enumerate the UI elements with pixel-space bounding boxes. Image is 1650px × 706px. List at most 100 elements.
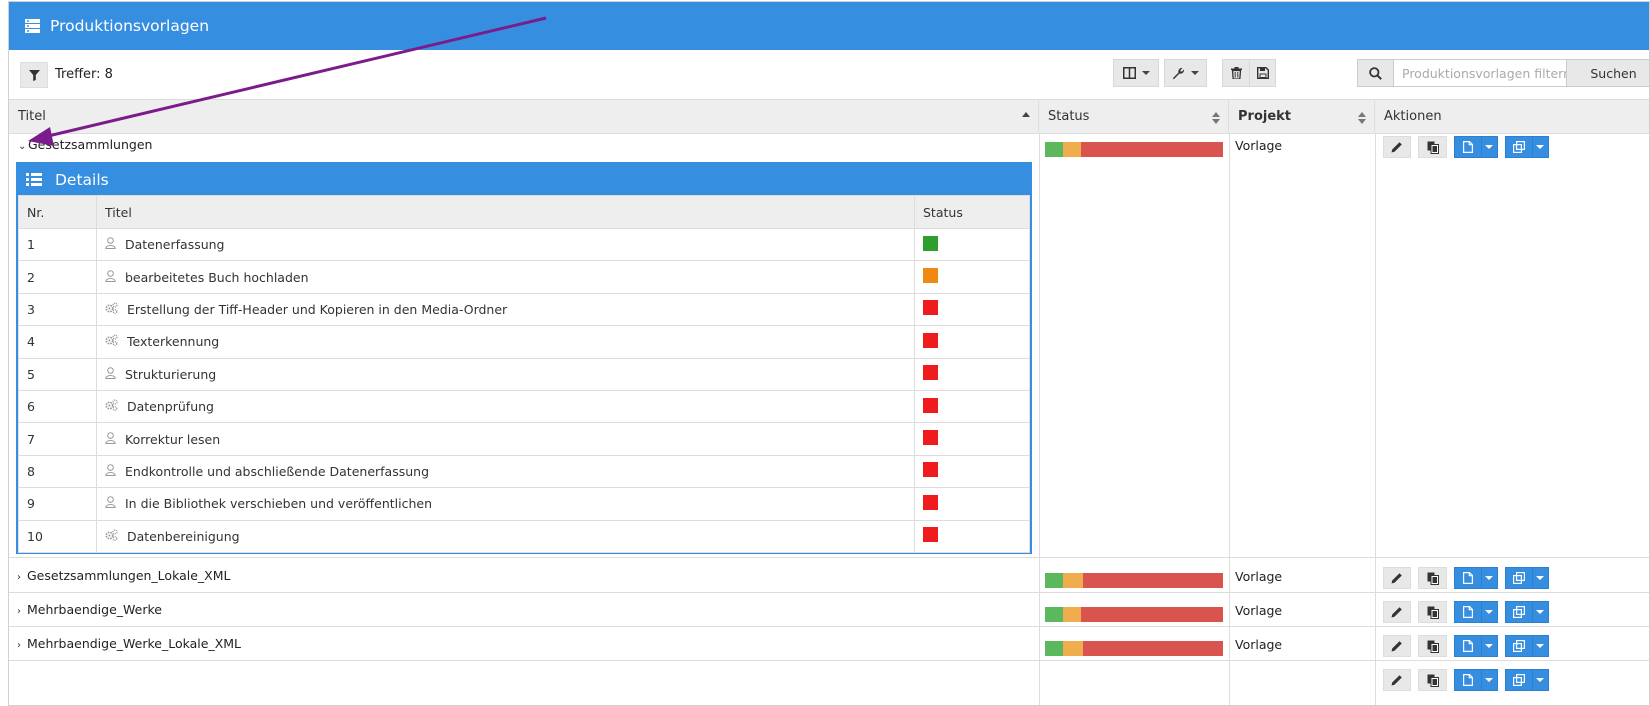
copy-icon — [1427, 572, 1439, 585]
row-title: Mehrbaendige_Werke_Lokale_XML — [27, 636, 242, 651]
status-segment-open — [1063, 607, 1081, 622]
new-document-button[interactable] — [1454, 669, 1498, 691]
columns-icon — [1122, 67, 1136, 79]
pencil-icon — [1391, 641, 1402, 652]
pencil-icon — [1391, 142, 1402, 153]
chevron-down-icon — [1191, 71, 1199, 75]
row-toggle-collapsed[interactable]: › Gesetzsammlungen_Lokale_XML — [17, 568, 230, 583]
copy-button[interactable] — [1418, 601, 1447, 623]
copy-button[interactable] — [1418, 136, 1447, 158]
search-button[interactable]: Suchen — [1566, 60, 1649, 86]
task-row: 2 bearbeitetes Buch hochladen — [18, 260, 1030, 294]
status-segment-done — [1045, 573, 1063, 588]
task-number: 6 — [18, 389, 97, 424]
gears-icon — [105, 334, 119, 349]
save-button[interactable] — [1249, 59, 1276, 87]
chevron-down-icon — [1536, 644, 1545, 648]
user-icon — [105, 366, 117, 382]
duplicate-button[interactable] — [1505, 601, 1549, 623]
edit-button[interactable] — [1383, 567, 1411, 589]
row-actions — [1383, 567, 1556, 589]
edit-button[interactable] — [1383, 601, 1411, 623]
task-number: 3 — [18, 292, 97, 327]
task-status-indicator — [923, 430, 938, 446]
task-number: 7 — [18, 422, 97, 456]
task-status-indicator — [923, 332, 938, 348]
new-document-button[interactable] — [1454, 601, 1498, 623]
row-toggle-expanded[interactable]: ⌄ Gesetzsammlungen — [18, 137, 152, 152]
column-header-status[interactable]: Status — [1039, 100, 1229, 134]
row-project: Vorlage — [1235, 138, 1283, 153]
gears-icon — [105, 302, 119, 317]
status-bar — [1045, 607, 1223, 622]
row-project: Vorlage — [1235, 637, 1283, 652]
tasks-header-status: Status — [914, 195, 1030, 229]
hits-count: Treffer: 8 — [55, 67, 113, 82]
new-document-button[interactable] — [1454, 567, 1498, 589]
chevron-down-icon — [1485, 576, 1494, 580]
edit-button[interactable] — [1383, 136, 1411, 158]
task-row: 8 Endkontrolle und abschließende Datenerf… — [18, 454, 1030, 489]
status-bar — [1045, 573, 1223, 588]
sort-asc-icon — [1022, 112, 1030, 117]
duplicate-button[interactable] — [1505, 669, 1549, 691]
panel-header: Produktionsvorlagen — [9, 2, 1649, 50]
row-toggle-collapsed[interactable]: › Mehrbaendige_Werke_Lokale_XML — [17, 636, 241, 651]
user-icon — [105, 269, 117, 285]
column-picker-button[interactable] — [1113, 59, 1159, 87]
gears-icon — [105, 399, 119, 414]
new-document-button[interactable] — [1454, 136, 1498, 158]
document-icon — [1462, 640, 1473, 652]
row-toggle-collapsed[interactable]: › Mehrbaendige_Werke — [17, 602, 162, 617]
task-title: bearbeitetes Buch hochladen — [125, 269, 309, 285]
duplicate-button[interactable] — [1505, 567, 1549, 589]
task-title: Korrektur lesen — [125, 431, 221, 447]
chevron-down-icon — [1536, 145, 1545, 149]
row-title: Gesetzsammlungen_Lokale_XML — [27, 568, 231, 583]
copy-button[interactable] — [1418, 635, 1447, 657]
row-project: Vorlage — [1235, 569, 1283, 584]
edit-button[interactable] — [1383, 669, 1411, 691]
chevron-down-icon — [1536, 610, 1545, 614]
delete-button[interactable] — [1222, 59, 1249, 87]
clone-icon — [1512, 640, 1525, 652]
tools-button[interactable] — [1164, 59, 1207, 87]
clone-icon — [1512, 141, 1525, 153]
page-title: Produktionsvorlagen — [50, 17, 210, 35]
column-header-title[interactable]: Titel — [9, 100, 1039, 134]
tasks-header-nr: Nr. — [18, 195, 97, 229]
chevron-right-icon: › — [17, 640, 21, 651]
status-segment-done — [1045, 641, 1063, 656]
task-row: 6 Datenprüfung — [18, 389, 1030, 424]
clone-icon — [1512, 674, 1525, 686]
new-document-button[interactable] — [1454, 635, 1498, 657]
column-header-project[interactable]: Projekt — [1229, 100, 1375, 134]
chevron-down-icon — [1485, 644, 1494, 648]
task-status-indicator — [923, 268, 938, 284]
duplicate-button[interactable] — [1505, 136, 1549, 158]
row-actions — [1383, 601, 1556, 623]
status-segment-done — [1045, 607, 1063, 622]
list-icon — [26, 173, 42, 186]
pencil-icon — [1391, 573, 1402, 584]
document-icon — [1462, 674, 1473, 686]
duplicate-button[interactable] — [1505, 635, 1549, 657]
filter-icon — [28, 69, 40, 81]
task-row: 3 Erstellung der Tiff-Header und Kopieren… — [18, 292, 1030, 327]
task-title: Endkontrolle und abschließende Datenerfa… — [125, 463, 430, 479]
chevron-down-icon — [1536, 678, 1545, 682]
search-input[interactable] — [1394, 60, 1566, 86]
edit-button[interactable] — [1383, 635, 1411, 657]
filter-button[interactable] — [20, 62, 48, 88]
chevron-down-icon — [1485, 678, 1494, 682]
status-segment-open — [1063, 641, 1083, 656]
status-segment-open — [1063, 573, 1083, 588]
task-row: 10 Datenbereinigung — [18, 519, 1030, 553]
status-segment-done — [1045, 142, 1063, 157]
sort-icon — [1358, 112, 1366, 124]
chevron-down-icon — [1485, 145, 1494, 149]
copy-button[interactable] — [1418, 669, 1447, 691]
clone-icon — [1512, 572, 1525, 584]
copy-button[interactable] — [1418, 567, 1447, 589]
task-title: Texterkennung — [127, 334, 220, 350]
